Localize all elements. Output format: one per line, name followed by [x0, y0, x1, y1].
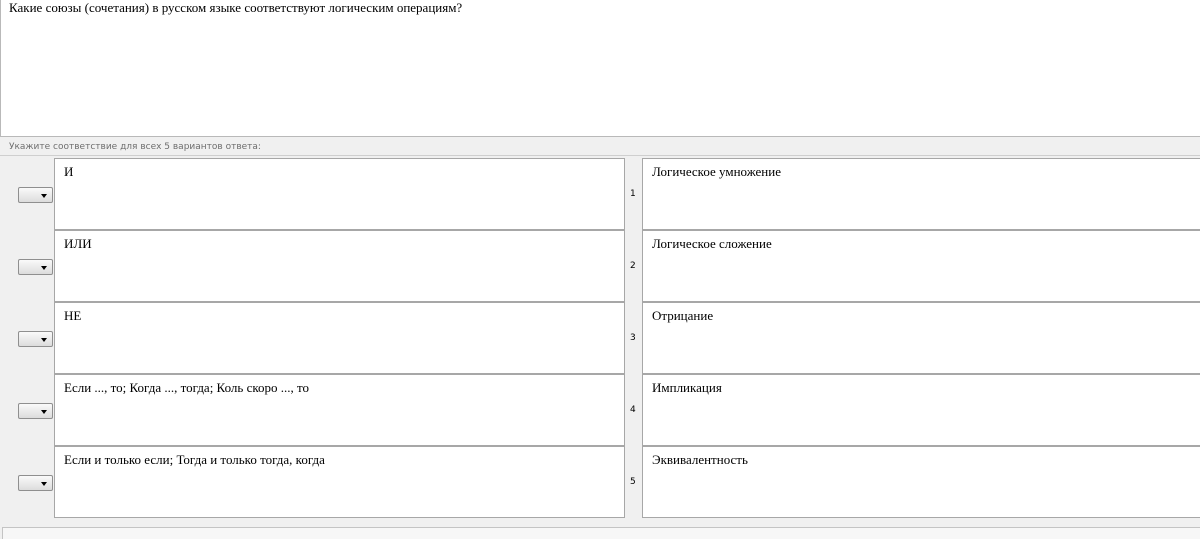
match-row: Если ..., то; Когда ..., тогда; Коль ско… [0, 374, 1200, 446]
right-option-text: Логическое сложение [652, 236, 772, 251]
left-option-text: НЕ [64, 308, 82, 323]
right-option-cell: Отрицание [642, 302, 1200, 374]
right-option-cell: Эквивалентность [642, 446, 1200, 518]
chevron-down-icon [41, 482, 47, 486]
answer-select[interactable] [18, 475, 53, 491]
divider [0, 155, 1200, 156]
right-option-text: Логическое умножение [652, 164, 781, 179]
right-option-text: Импликация [652, 380, 722, 395]
chevron-down-icon [41, 266, 47, 270]
answer-select[interactable] [18, 403, 53, 419]
right-option-text: Эквивалентность [652, 452, 748, 467]
match-row: Если и только если; Тогда и только тогда… [0, 446, 1200, 518]
answer-select[interactable] [18, 187, 53, 203]
chevron-down-icon [41, 194, 47, 198]
left-option-text: Если и только если; Тогда и только тогда… [64, 452, 325, 467]
row-number: 4 [630, 405, 636, 415]
instruction-text: Укажите соответствие для всех 5 варианто… [9, 142, 261, 152]
match-row: И 1 Логическое умножение [0, 158, 1200, 230]
match-row: НЕ 3 Отрицание [0, 302, 1200, 374]
left-option-text: ИЛИ [64, 236, 92, 251]
left-option-cell: Если и только если; Тогда и только тогда… [54, 446, 625, 518]
chevron-down-icon [41, 410, 47, 414]
right-option-cell: Импликация [642, 374, 1200, 446]
left-option-text: И [64, 164, 74, 179]
bottom-bar [2, 527, 1200, 539]
row-number: 2 [630, 261, 636, 271]
answer-select[interactable] [18, 331, 53, 347]
row-number: 3 [630, 333, 636, 343]
left-option-text: Если ..., то; Когда ..., тогда; Коль ско… [64, 380, 310, 395]
chevron-down-icon [41, 338, 47, 342]
left-option-cell: ИЛИ [54, 230, 625, 302]
right-option-text: Отрицание [652, 308, 714, 323]
row-number: 5 [630, 477, 636, 487]
left-option-cell: Если ..., то; Когда ..., тогда; Коль ско… [54, 374, 625, 446]
left-option-cell: НЕ [54, 302, 625, 374]
right-option-cell: Логическое умножение [642, 158, 1200, 230]
question-text: Какие союзы (сочетания) в русском языке … [9, 0, 463, 15]
answer-select[interactable] [18, 259, 53, 275]
left-option-cell: И [54, 158, 625, 230]
match-row: ИЛИ 2 Логическое сложение [0, 230, 1200, 302]
row-number: 1 [630, 189, 636, 199]
right-option-cell: Логическое сложение [642, 230, 1200, 302]
question-box: Какие союзы (сочетания) в русском языке … [0, 0, 1200, 137]
